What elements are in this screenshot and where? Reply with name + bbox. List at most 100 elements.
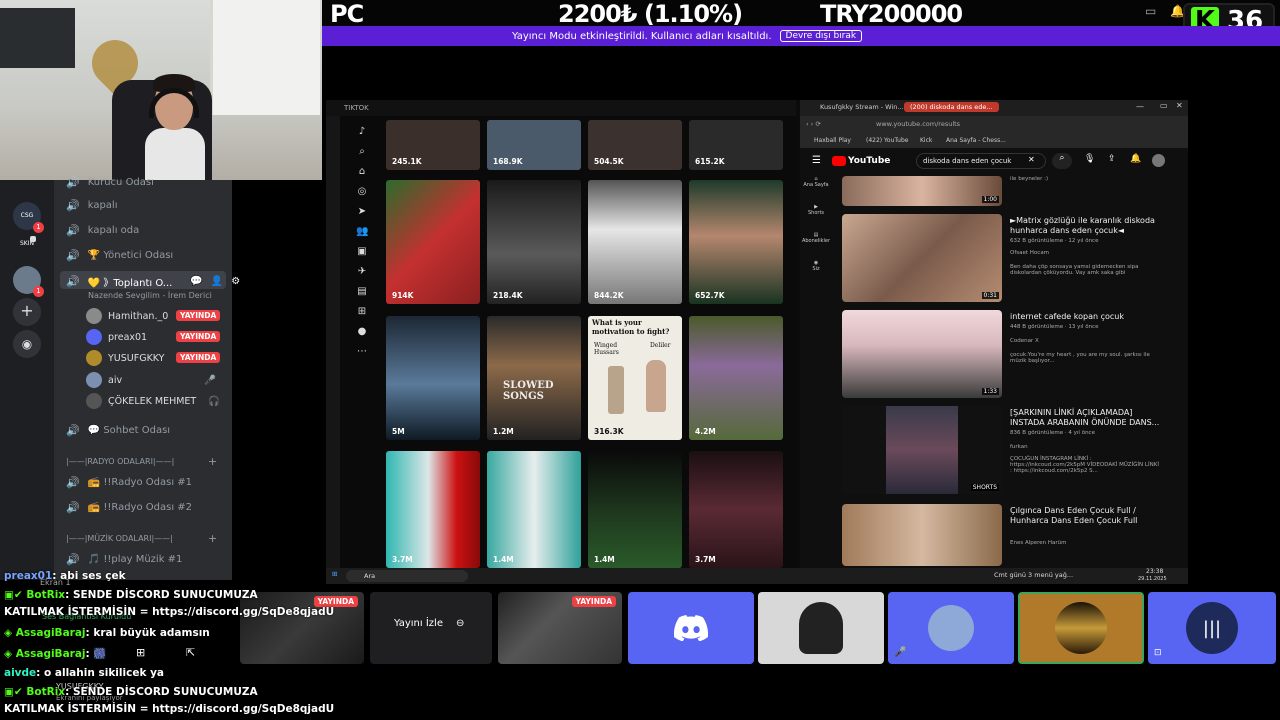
minimize-icon[interactable]: — (1136, 102, 1144, 111)
add-server-icon[interactable]: + (13, 298, 41, 326)
mic-icon[interactable]: 🎙 (1084, 154, 1095, 164)
video-thumbnail[interactable]: 914K (386, 180, 480, 304)
voice-participant-tile[interactable] (628, 592, 754, 664)
video-thumbnail[interactable]: 4.2M (689, 316, 783, 440)
discover-icon[interactable]: ◉ (13, 330, 41, 358)
video-thumbnail[interactable]: 1.4M (588, 451, 682, 568)
video-thumbnail[interactable]: SHORTS (842, 406, 1002, 494)
voice-participant-tile[interactable] (758, 592, 884, 664)
nav-shorts[interactable]: ▶ Shorts (800, 204, 832, 216)
search-result[interactable]: 0:31 ►Matrix gözlüğü ile karanlık diskod… (842, 214, 1182, 306)
video-title[interactable]: internet cafede kopan çocuk (1010, 312, 1160, 322)
video-thumbnail[interactable]: 168.9K (487, 120, 581, 170)
video-thumbnail[interactable]: 1:33 (842, 310, 1002, 398)
voice-participant-tile[interactable]: 🎤 (888, 592, 1014, 664)
popout-icon[interactable]: ⊖ (456, 618, 464, 629)
video-thumbnail[interactable]: 0:31 (842, 214, 1002, 302)
messages-icon[interactable]: ✈ (356, 266, 368, 278)
disable-streamer-mode-button[interactable]: Devre dışı bırak (779, 30, 863, 42)
channel-yonetici[interactable]: 🔊 🏆 Yönetici Odası (66, 249, 173, 262)
video-thumbnail[interactable]: 218.4K (487, 180, 581, 304)
voice-user[interactable]: aiv 🎤 (86, 372, 216, 388)
video-thumbnail[interactable]: 1.4M (487, 451, 581, 568)
nav-you[interactable]: ◉ Siz (800, 260, 832, 272)
address-bar[interactable]: ‹ › ⟳ www.youtube.com/results (800, 116, 1188, 134)
voice-participant-tile[interactable]: ||| ⊡ (1148, 592, 1276, 664)
channel-name[interactable]: Codenar X (1010, 338, 1160, 344)
video-thumbnail[interactable]: 1:00 (842, 176, 1002, 206)
bookmark[interactable]: (422) YouTube (866, 137, 908, 144)
stream-tile[interactable]: YAYINDA (240, 592, 364, 664)
video-thumbnail[interactable]: 5M (386, 316, 480, 440)
bookmark[interactable]: Ana Sayfa - Chess... (946, 137, 1006, 144)
account-avatar[interactable] (1152, 154, 1165, 167)
bookmark[interactable]: Kick (920, 137, 932, 144)
profile-icon[interactable]: ● (356, 326, 368, 338)
video-title[interactable]: ►Matrix gözlüğü ile karanlık diskoda hun… (1010, 216, 1160, 236)
menu-icon[interactable]: ☰ (812, 155, 821, 166)
more-icon[interactable]: ⋯ (356, 346, 368, 358)
channel-kapali-oda[interactable]: 🔊 kapalı oda (66, 224, 139, 237)
chat-icon[interactable]: 💬 (190, 276, 202, 287)
video-thumbnail[interactable]: 3.7M (386, 451, 480, 568)
search-icon[interactable]: ⌕ (1052, 153, 1072, 169)
back-icon[interactable]: ‹ › ⟳ (806, 120, 821, 128)
voice-user[interactable]: Hamithan._0 (86, 308, 168, 324)
invite-icon[interactable]: 👤 (211, 276, 223, 287)
channel-kapali[interactable]: 🔊 kapalı (66, 199, 117, 212)
youtube-logo[interactable]: YouTube (832, 156, 890, 166)
video-thumbnail[interactable]: SLOWED SONGS 1.2M (487, 316, 581, 440)
channel-name[interactable]: Enes Alperen Harüm (1010, 540, 1160, 546)
windows-start-icon[interactable]: ⊞ (332, 570, 337, 578)
server-icon-2[interactable]: 1 (13, 266, 44, 297)
video-thumbnail[interactable]: 504.5K (588, 120, 682, 170)
add-channel-icon[interactable]: + (208, 455, 217, 468)
video-title[interactable]: Çılgınca Dans Eden Çocuk Full / Hunharca… (1010, 506, 1160, 526)
search-icon[interactable]: ⌕ (356, 146, 368, 158)
voice-participant-tile-speaking[interactable] (1018, 592, 1144, 664)
home-icon[interactable]: ⌂ (356, 166, 368, 178)
voice-user[interactable]: ÇÖKELEK MEHMET 🎧 (86, 393, 220, 409)
maximize-icon[interactable]: ▭ (1160, 101, 1168, 110)
taskbar-search[interactable]: Ara (346, 570, 468, 582)
nav-subscriptions[interactable]: ▤ Abonelikler (800, 232, 832, 244)
share-screen-icon[interactable]: ⇱ (186, 646, 195, 659)
channel-truncated[interactable]: 🔊 Kurucu Odası (66, 176, 154, 189)
video-title[interactable]: [ŞARKININ LİNKİ AÇIKLAMADA] INSTADA ARAB… (1010, 408, 1160, 428)
channel-name[interactable]: furkan (1010, 444, 1160, 450)
server-icon-csg[interactable]: CSG SKIN 1 (13, 202, 44, 247)
channel-name[interactable]: Ofsaet Hocam (1010, 250, 1160, 256)
category-music[interactable]: |——|MÜZİK ODALARI|——| (66, 534, 173, 543)
weather-widget[interactable]: Cmt günü 3 menü yağ... (994, 571, 1073, 579)
video-thumbnail[interactable]: What is your motivation to fight? Winged… (588, 316, 682, 440)
friends-icon[interactable]: 👥 (356, 226, 368, 238)
channel-muzik[interactable]: 🔊 🎵 !!play Müzik #1 (66, 553, 182, 566)
following-icon[interactable]: ➤ (356, 206, 368, 218)
video-thumbnail[interactable] (842, 504, 1002, 566)
video-thumbnail[interactable]: 615.2K (689, 120, 783, 170)
search-result[interactable]: SHORTS [ŞARKININ LİNKİ AÇIKLAMADA] INSTA… (842, 406, 1182, 498)
video-thumbnail[interactable]: 3.7M (689, 451, 783, 568)
search-result[interactable]: Çılgınca Dans Eden Çocuk Full / Hunharca… (842, 504, 1182, 566)
youtube-search-input[interactable]: diskoda dans eden çocuk (916, 153, 1046, 169)
browser-tab-active[interactable]: (200) diskoda dans ede... (904, 102, 999, 112)
add-channel-icon[interactable]: + (208, 532, 217, 545)
stream-tile[interactable]: Yayını İzle ⊖ (370, 592, 492, 664)
stream-tile[interactable]: YAYINDA (498, 592, 622, 664)
close-icon[interactable]: ✕ (1176, 101, 1183, 110)
grid-icon[interactable]: ⊞ (136, 646, 145, 659)
search-result[interactable]: 1:00 ile beyneler :) (842, 176, 1182, 208)
inbox-icon[interactable]: ▤ (356, 286, 368, 298)
url-text[interactable]: www.youtube.com/results (876, 120, 960, 128)
browser-tab[interactable]: Kusufgkky Stream - Win... (820, 103, 904, 111)
bell-icon[interactable]: 🔔 (1130, 154, 1141, 164)
channel-radyo-1[interactable]: 🔊 📻 !!Radyo Odası #1 (66, 476, 192, 489)
tiktok-logo-icon[interactable]: ♪ (356, 126, 368, 138)
nav-home[interactable]: ⌂ Ana Sayfa (800, 176, 832, 188)
channel-sohbet[interactable]: 🔊 💬 Sohbet Odası (66, 424, 170, 437)
live-icon[interactable]: ▣ (356, 246, 368, 258)
watch-stream-button[interactable]: Yayını İzle (394, 618, 443, 629)
voice-user[interactable]: YUSUFGKKY (86, 350, 165, 366)
channel-radyo-2[interactable]: 🔊 📻 !!Radyo Odası #2 (66, 501, 192, 514)
search-result[interactable]: 1:33 internet cafede kopan çocuk 448 B g… (842, 310, 1182, 402)
